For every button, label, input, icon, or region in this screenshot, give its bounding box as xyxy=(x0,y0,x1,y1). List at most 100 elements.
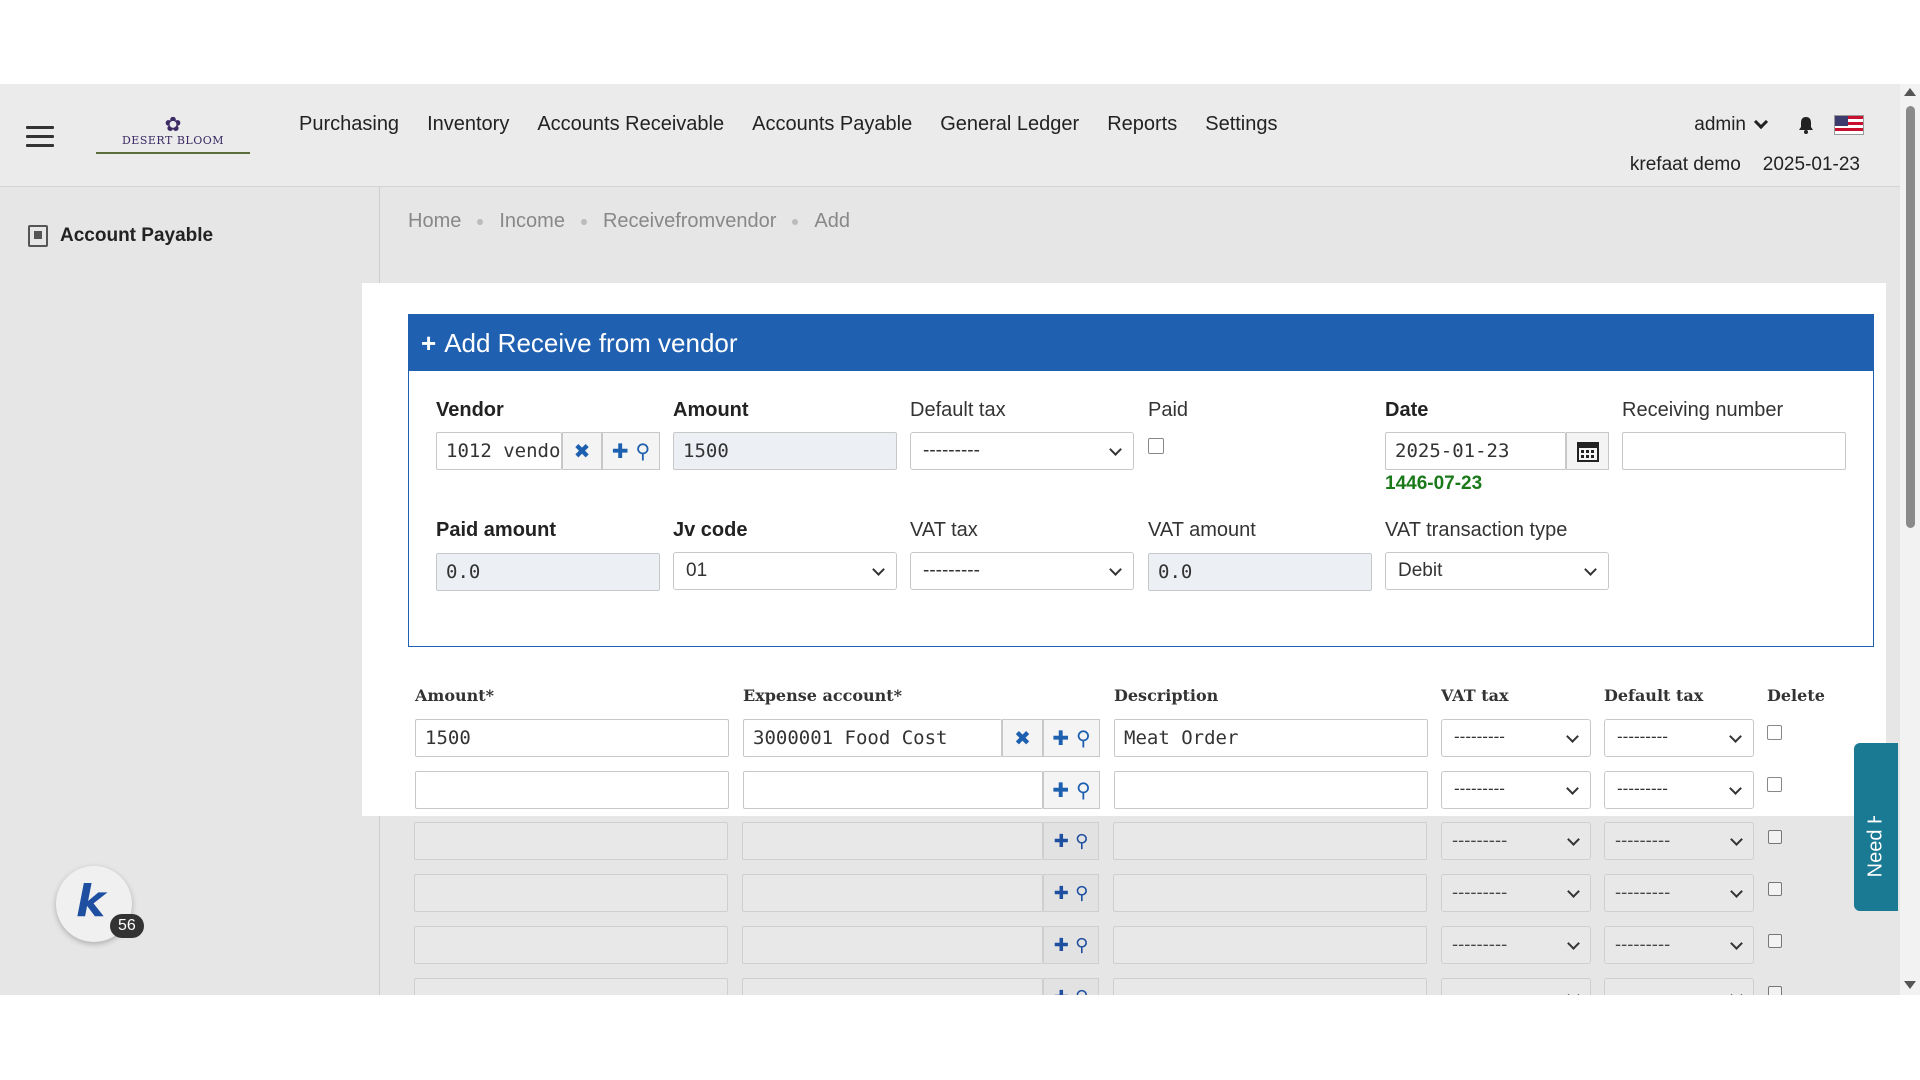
line-delete-checkbox[interactable] xyxy=(1767,725,1782,740)
line-delete-checkbox[interactable] xyxy=(1767,777,1782,792)
menu-general-ledger[interactable]: General Ledger xyxy=(940,113,1079,136)
clear-vendor-icon[interactable]: ✖ xyxy=(562,432,602,470)
amount-input[interactable] xyxy=(414,822,728,860)
date-input[interactable]: 2025-01-23 xyxy=(1385,432,1566,470)
breadcrumb: Home Income Receivefromvendor Add xyxy=(408,210,850,233)
vat-amount-label: VAT amount xyxy=(1148,519,1256,541)
menu-purchasing[interactable]: Purchasing xyxy=(299,113,399,136)
page-scrollbar[interactable] xyxy=(1900,84,1920,995)
default-tax-select[interactable]: --------- xyxy=(1604,822,1754,860)
amount-field[interactable]: 1500 xyxy=(673,432,897,470)
vat-tax-select[interactable] xyxy=(1441,978,1591,995)
menu-accounts-payable[interactable]: Accounts Payable xyxy=(752,113,912,136)
default-tax-select[interactable]: --------- xyxy=(1604,926,1754,964)
receiving-number-input[interactable] xyxy=(1622,432,1846,470)
notification-count-badge: 56 xyxy=(110,914,144,938)
menu-accounts-receivable[interactable]: Accounts Receivable xyxy=(537,113,724,136)
flower-icon: ✿ xyxy=(164,112,182,136)
plus-icon: + xyxy=(421,327,437,358)
vat-amount-field[interactable]: 0.0 xyxy=(1148,553,1372,591)
delete-checkbox[interactable] xyxy=(1768,934,1782,948)
add-search-icon[interactable]: ✚ ⚲ xyxy=(1043,822,1099,860)
company-logo[interactable]: ✿ DESERT BLOOM xyxy=(96,114,250,154)
paid-amount-field[interactable]: 0.0 xyxy=(436,553,660,591)
add-search-expense-icon[interactable]: ✚ ⚲ xyxy=(1043,771,1100,809)
add-search-vendor-icon[interactable]: ✚ ⚲ xyxy=(602,432,660,470)
paid-label: Paid xyxy=(1148,399,1189,421)
sidebar: Account Payable k 56 xyxy=(0,187,380,995)
delete-checkbox[interactable] xyxy=(1768,830,1782,844)
menu-reports[interactable]: Reports xyxy=(1107,113,1177,136)
amount-input[interactable] xyxy=(414,926,728,964)
user-menu[interactable]: admin xyxy=(1694,114,1746,136)
scroll-down-arrow-icon[interactable] xyxy=(1904,981,1916,989)
need-help-tab-edge[interactable] xyxy=(1854,743,1886,816)
add-search-icon[interactable]: ✚ ⚲ xyxy=(1043,926,1099,964)
col-expense-account: Expense account* xyxy=(743,686,903,705)
clear-expense-icon[interactable]: ✖ xyxy=(1002,719,1043,757)
top-navbar: ✿ DESERT BLOOM Purchasing Inventory Acco… xyxy=(0,84,1900,187)
col-amount: Amount* xyxy=(415,686,495,705)
receive-from-vendor-form: + Add Receive from vendor xyxy=(408,314,1874,647)
bell-icon[interactable] xyxy=(1796,115,1816,135)
line-vat-tax-select[interactable]: --------- xyxy=(1441,771,1591,809)
delete-checkbox[interactable] xyxy=(1768,882,1782,896)
vat-tax-select[interactable]: --------- xyxy=(1441,822,1591,860)
line-description-input[interactable] xyxy=(1114,771,1428,809)
breadcrumb-receivefromvendor[interactable]: Receivefromvendor xyxy=(603,210,776,233)
vat-transaction-type-select[interactable]: Debit xyxy=(1385,552,1609,590)
paid-checkbox[interactable] xyxy=(1148,438,1164,454)
line-description-input[interactable]: Meat Order xyxy=(1114,719,1428,757)
vat-tax-select[interactable]: --------- xyxy=(1441,874,1591,912)
date-label: Date xyxy=(1385,399,1429,421)
scroll-up-arrow-icon[interactable] xyxy=(1904,88,1916,96)
vat-tax-select[interactable]: --------- xyxy=(1441,926,1591,964)
description-input[interactable] xyxy=(1113,926,1427,964)
add-search-icon[interactable]: ✚ ⚲ xyxy=(1043,874,1099,912)
sidebar-item-label: Account Payable xyxy=(60,225,214,246)
expense-account-input[interactable] xyxy=(742,926,1043,964)
menu-inventory[interactable]: Inventory xyxy=(427,113,509,136)
menu-settings[interactable]: Settings xyxy=(1205,113,1277,136)
col-default-tax: Default tax xyxy=(1604,686,1704,705)
us-flag-icon[interactable] xyxy=(1834,115,1864,135)
calendar-icon[interactable] xyxy=(1566,432,1609,470)
line-amount-input[interactable] xyxy=(415,771,729,809)
line-vat-tax-select[interactable]: --------- xyxy=(1441,719,1591,757)
assistant-bubble[interactable]: k 56 xyxy=(56,866,144,942)
expense-account-input[interactable] xyxy=(742,822,1043,860)
amount-input[interactable] xyxy=(414,874,728,912)
menu-toggle-icon[interactable] xyxy=(26,126,54,148)
expense-account-input[interactable] xyxy=(742,978,1043,995)
amount-input[interactable] xyxy=(414,978,728,995)
company-date-line: krefaat demo 2025-01-23 xyxy=(1630,154,1860,176)
description-input[interactable] xyxy=(1113,874,1427,912)
amount-label: Amount xyxy=(673,399,749,421)
default-tax-select[interactable] xyxy=(1604,978,1754,995)
line-amount-input[interactable]: 1500 xyxy=(415,719,729,757)
breadcrumb-income[interactable]: Income xyxy=(499,210,565,233)
vat-transaction-type-label: VAT transaction type xyxy=(1385,519,1568,541)
description-input[interactable] xyxy=(1113,822,1427,860)
expense-account-input[interactable] xyxy=(742,874,1043,912)
delete-checkbox[interactable] xyxy=(1768,986,1782,995)
breadcrumb-separator xyxy=(792,218,799,225)
description-input[interactable] xyxy=(1113,978,1427,995)
chevron-down-icon[interactable] xyxy=(1753,114,1769,130)
line-expense-account-input[interactable] xyxy=(743,771,1043,809)
line-default-tax-select[interactable]: --------- xyxy=(1604,719,1754,757)
breadcrumb-home[interactable]: Home xyxy=(408,210,461,233)
sidebar-item-account-payable[interactable]: Account Payable xyxy=(28,225,213,247)
default-tax-select[interactable]: --------- xyxy=(1604,874,1754,912)
add-search-icon[interactable]: ✚ ⚲ xyxy=(1043,978,1099,995)
jv-code-select[interactable]: 01 xyxy=(673,552,897,590)
line-expense-account-input[interactable]: 3000001 Food Cost xyxy=(743,719,1002,757)
vat-tax-select[interactable]: --------- xyxy=(910,552,1134,590)
line-default-tax-select[interactable]: --------- xyxy=(1604,771,1754,809)
clipboard-icon xyxy=(28,225,48,247)
scrollbar-thumb[interactable] xyxy=(1906,106,1915,528)
add-search-expense-icon[interactable]: ✚ ⚲ xyxy=(1043,719,1100,757)
form-title: Add Receive from vendor xyxy=(444,327,738,358)
default-tax-select[interactable]: --------- xyxy=(910,432,1134,470)
vendor-input[interactable]: 1012 vendor xyxy=(436,432,562,470)
